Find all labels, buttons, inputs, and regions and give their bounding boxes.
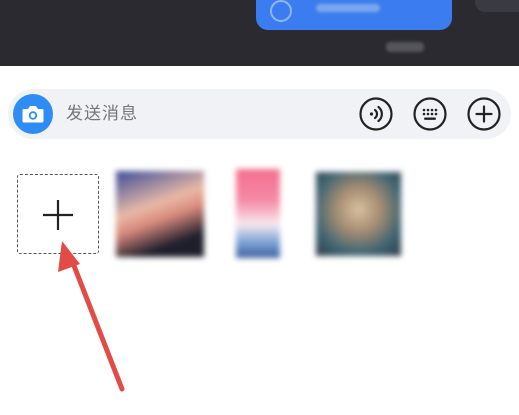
red-arrow-icon (58, 241, 125, 392)
